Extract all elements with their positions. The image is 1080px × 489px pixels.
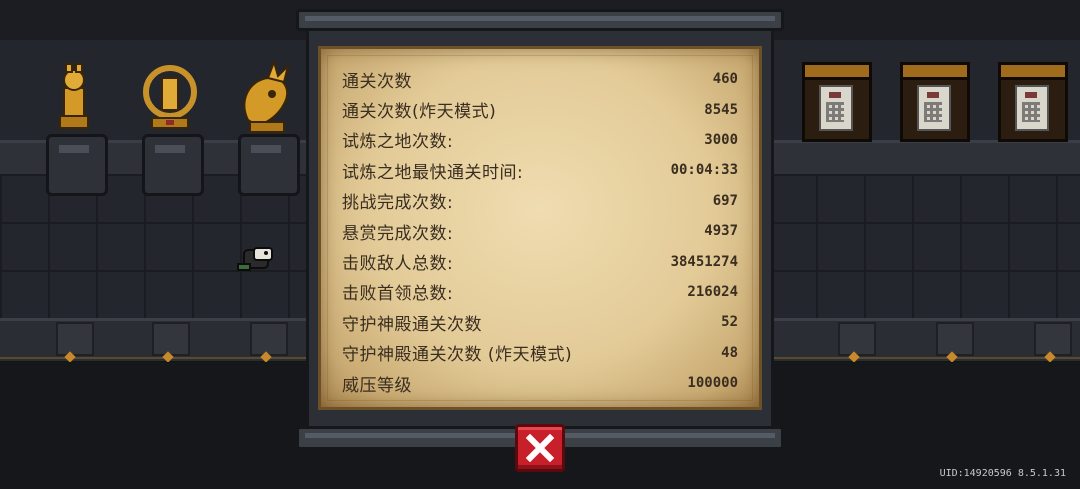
stat-value: 38451274 (670, 253, 738, 270)
card-display-case[interactable] (900, 62, 970, 142)
stat-label: 击败首领总数: (342, 284, 454, 305)
stat-label: 守护神殿通关次数 (342, 314, 482, 335)
stat-label: 通关次数 (342, 71, 412, 92)
stat-row-intimidation-level: 威压等级 100000 (342, 368, 738, 398)
scroll-top-rod (296, 9, 784, 31)
stat-row-enemies-killed: 击败敌人总数: 38451274 (342, 246, 738, 276)
stat-value: 216024 (687, 283, 738, 300)
card-display-case[interactable] (998, 62, 1068, 142)
stat-value: 4937 (704, 223, 738, 240)
trophy-pedestal[interactable] (132, 60, 208, 196)
pedestal-base (46, 134, 108, 196)
dragon-trophy-icon (243, 60, 290, 133)
stat-row-bosses-killed: 击败首领总数: 216024 (342, 277, 738, 307)
pedestal-base (238, 134, 300, 196)
stat-row-trial-fastest: 试炼之地最快通关时间: 00:04:33 (342, 155, 738, 185)
stat-row-challenges: 挑战完成次数: 697 (342, 186, 738, 216)
stat-label: 试炼之地次数: (342, 132, 454, 153)
rail-post (56, 322, 94, 356)
stat-value: 697 (712, 192, 738, 209)
card-icon (1015, 85, 1049, 131)
rail-post (1034, 322, 1072, 356)
case-lid (900, 62, 970, 80)
close-button[interactable] (515, 424, 565, 472)
card-icon (819, 85, 853, 131)
stat-label: 挑战完成次数: (342, 193, 454, 214)
stat-label: 试炼之地最快通关时间: (342, 162, 524, 183)
rail-post (936, 322, 974, 356)
case-lid (802, 62, 872, 80)
case-lid (998, 62, 1068, 80)
stat-value: 100000 (687, 375, 738, 392)
rail-post (838, 322, 876, 356)
stat-row-temple-clears-badass: 守护神殿通关次数 (炸天模式) 48 (342, 338, 738, 368)
player-character-icon (237, 247, 273, 271)
trophy-pedestal[interactable] (36, 60, 112, 196)
stat-value: 8545 (704, 101, 738, 118)
laurel-trophy-icon (143, 65, 197, 129)
stats-list: 通关次数 460 通关次数(炸天模式) 8545 试炼之地次数: 3000 试炼… (342, 64, 738, 398)
user-id-label: UID:14920596 8.5.1.31 (939, 468, 1066, 479)
stat-value: 460 (712, 71, 738, 88)
stat-value: 3000 (704, 131, 738, 148)
crown-trophy-icon (59, 63, 89, 129)
rail-post (152, 322, 190, 356)
stat-label: 悬赏完成次数: (342, 223, 454, 244)
stat-label: 威压等级 (342, 375, 412, 396)
stat-row-clears: 通关次数 460 (342, 64, 738, 94)
pedestal-base (142, 134, 204, 196)
stat-value: 52 (721, 314, 738, 331)
stat-label: 通关次数(炸天模式) (342, 102, 497, 123)
stat-row-clears-badass: 通关次数(炸天模式) 8545 (342, 94, 738, 124)
trophy-pedestal[interactable] (228, 60, 304, 196)
stat-value: 00:04:33 (670, 162, 738, 179)
stat-row-temple-clears: 守护神殿通关次数 52 (342, 307, 738, 337)
stat-label: 击败敌人总数: (342, 254, 454, 275)
close-x-icon (526, 434, 554, 462)
stat-value: 48 (721, 344, 738, 361)
stat-row-bounties: 悬赏完成次数: 4937 (342, 216, 738, 246)
card-icon (917, 85, 951, 131)
card-display-case[interactable] (802, 62, 872, 142)
stat-label: 守护神殿通关次数 (炸天模式) (342, 345, 573, 366)
rail-post (250, 322, 288, 356)
stat-row-trial-count: 试炼之地次数: 3000 (342, 125, 738, 155)
